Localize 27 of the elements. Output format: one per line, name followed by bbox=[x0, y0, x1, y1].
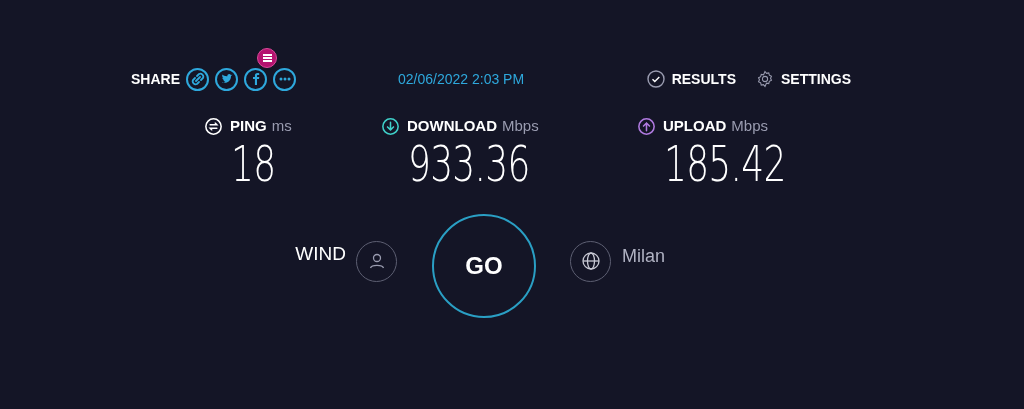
server-name[interactable]: Milan bbox=[622, 242, 665, 270]
metric-unit: ms bbox=[271, 116, 292, 136]
date-link[interactable]: 02/06/2022 2:03 PM bbox=[398, 68, 525, 90]
ping-icon bbox=[205, 117, 222, 135]
metric-value: 18 bbox=[231, 135, 276, 192]
metric-unit: Mbps bbox=[502, 116, 539, 136]
bird-icon bbox=[219, 72, 234, 86]
more-icon bbox=[278, 77, 291, 81]
go-button[interactable]: GO bbox=[432, 213, 536, 318]
share-link[interactable] bbox=[186, 67, 209, 91]
check-circle-icon bbox=[646, 70, 665, 88]
metric-label: UPLOAD bbox=[663, 116, 727, 136]
metric-value: 185.42 bbox=[664, 135, 786, 192]
metric-label: PING bbox=[230, 116, 267, 136]
settings-icon bbox=[756, 70, 774, 88]
metric-unit: Mbps bbox=[731, 116, 769, 136]
metric-label: DOWNLOAD bbox=[407, 116, 497, 136]
settings-link[interactable]: SETTINGS bbox=[756, 68, 851, 90]
results-link[interactable]: RESULTS bbox=[646, 68, 736, 90]
grid-badge-icon bbox=[257, 47, 277, 68]
share-link[interactable] bbox=[215, 67, 238, 91]
share-link[interactable] bbox=[244, 67, 267, 91]
link-icon bbox=[190, 72, 205, 86]
share-link[interactable] bbox=[273, 67, 296, 91]
metric-value: 933.36 bbox=[408, 135, 530, 192]
provider-name: WIND bbox=[294, 241, 346, 266]
share-label: SHARE bbox=[131, 69, 180, 89]
